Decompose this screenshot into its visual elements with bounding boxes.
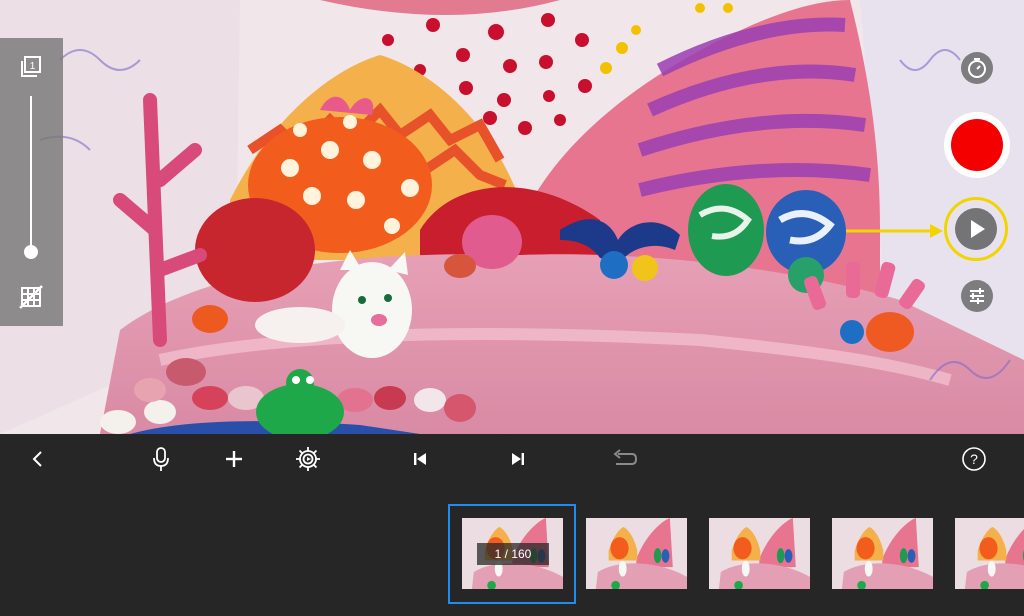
camera-viewfinder[interactable] (0, 0, 1024, 434)
frame-thumbnail-image (955, 518, 1024, 589)
onion-skin-slider-track[interactable] (30, 96, 32, 252)
timer-icon (968, 58, 986, 78)
frame-thumbnail-image (709, 518, 810, 589)
timer-button[interactable] (961, 52, 993, 84)
record-icon (951, 119, 1003, 171)
play-button[interactable] (944, 197, 1008, 261)
frame-thumbnail-image (832, 518, 933, 589)
help-icon: ? (962, 447, 986, 471)
undo-icon (613, 449, 638, 465)
microphone-icon (153, 447, 169, 471)
stop-motion-capture-screen: 1 ? 1 / 160 (0, 0, 1024, 616)
onion-skin-icon[interactable]: 1 (18, 54, 44, 80)
help-icon-glyph: ? (970, 451, 978, 467)
onion-skin-panel: 1 (0, 38, 63, 326)
filmstrip-position-notch (426, 434, 516, 455)
onion-skin-slider-knob[interactable] (24, 245, 38, 259)
adjust-sliders-icon (970, 288, 984, 304)
arrow-right-icon (846, 224, 943, 238)
chevron-left-icon (32, 451, 42, 467)
play-button-background (955, 208, 997, 250)
help-button[interactable]: ? (954, 434, 994, 484)
frame-thumbnail[interactable] (586, 518, 687, 589)
movie-settings-button[interactable] (288, 434, 328, 484)
adjust-button[interactable] (961, 280, 993, 312)
plus-icon (226, 451, 242, 467)
frame-thumbnail-image (586, 518, 687, 589)
frame-counter: 1 / 160 (477, 543, 549, 565)
back-button[interactable] (18, 434, 58, 484)
frame-thumbnail[interactable] (832, 518, 933, 589)
gear-icon (296, 447, 320, 471)
clay-scene-image (0, 0, 1024, 434)
filmstrip[interactable]: 1 / 160 (0, 484, 1024, 616)
record-audio-button[interactable] (141, 434, 181, 484)
grid-off-icon[interactable] (18, 284, 44, 310)
frame-thumbnail[interactable] (955, 518, 1024, 589)
onion-skin-count: 1 (30, 61, 36, 72)
record-button[interactable] (944, 112, 1010, 178)
frame-thumbnail[interactable] (709, 518, 810, 589)
undo-button[interactable] (604, 434, 644, 484)
play-icon (971, 220, 985, 238)
add-button[interactable] (214, 434, 254, 484)
